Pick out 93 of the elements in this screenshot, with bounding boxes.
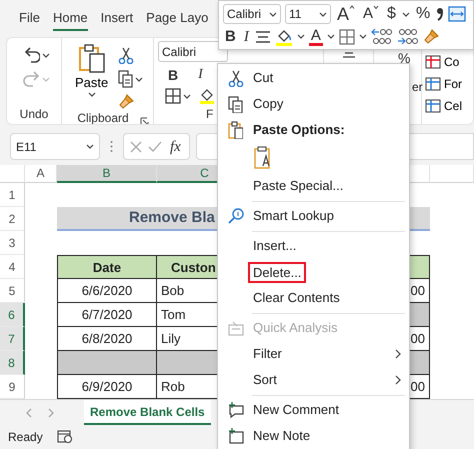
paste-button[interactable]: Paste	[74, 42, 110, 110]
comma-style-icon[interactable]	[436, 7, 444, 21]
comment-icon	[228, 402, 245, 418]
styles-button[interactable]: For	[424, 73, 464, 95]
status-text: Ready	[8, 429, 43, 446]
font-name-field[interactable]: Calibri	[158, 41, 228, 62]
row-header[interactable]: 1	[0, 183, 25, 207]
more-icon[interactable]	[110, 140, 113, 153]
caret-icon[interactable]	[296, 34, 305, 39]
name-box[interactable]: E11	[10, 133, 100, 160]
align-center-icon[interactable]	[254, 30, 271, 44]
styles-button[interactable]: Cel	[424, 95, 464, 117]
fill-color-icon[interactable]	[274, 28, 293, 46]
styles-button[interactable]: Co	[424, 51, 464, 73]
ribbon-tab[interactable]: Insert	[100, 6, 134, 30]
table-style-icon	[425, 76, 441, 92]
caret-icon[interactable]	[86, 144, 94, 149]
cut-icon	[228, 70, 245, 86]
borders-button[interactable]	[164, 87, 192, 105]
decrease-decimal-icon[interactable]	[396, 28, 419, 46]
caret-icon[interactable]	[402, 12, 410, 16]
search-icon	[228, 208, 245, 224]
copy-icon	[118, 70, 134, 88]
paste-icon[interactable]	[254, 146, 272, 170]
chevron-right-icon	[395, 375, 401, 385]
italic-button[interactable]: I	[196, 66, 205, 84]
caret-icon[interactable]	[88, 92, 96, 97]
borders-icon	[165, 88, 181, 104]
redo-icon	[22, 71, 40, 87]
increase-decimal-icon[interactable]	[370, 28, 393, 46]
sheet-tab[interactable]: Remove Blank Cells	[84, 400, 211, 425]
dialog-launcher-icon[interactable]	[140, 117, 149, 124]
ribbon-tab[interactable]: Page Layo	[146, 6, 208, 30]
toolbar-button[interactable]: $	[385, 5, 398, 23]
group-label: Undo	[18, 106, 50, 122]
menu-item[interactable]: New Note	[218, 423, 409, 449]
font-dropdown[interactable]: 11	[285, 4, 331, 24]
group-label: F	[205, 106, 214, 122]
toolbar-button[interactable]: A	[308, 28, 323, 46]
merge-center-icon[interactable]	[448, 6, 466, 22]
caret-down-icon	[373, 5, 380, 9]
toolbar-button[interactable]: %	[414, 5, 432, 23]
row-header[interactable]: 2	[0, 207, 25, 231]
table-style-icon	[425, 98, 441, 114]
font-dropdown[interactable]: Calibri	[223, 4, 281, 24]
caret-up-icon	[349, 5, 356, 9]
row-header[interactable]: 8	[0, 351, 25, 375]
caret-icon[interactable]	[326, 34, 335, 39]
insert-function-button[interactable]: fx	[168, 138, 183, 156]
toolbar-button[interactable]: A	[361, 5, 382, 23]
cut-icon[interactable]	[118, 47, 134, 64]
table-cell: 6/6/2020	[57, 279, 157, 303]
menu-item[interactable]: Cut	[218, 65, 409, 91]
quick-analysis-icon	[228, 320, 245, 336]
row-header[interactable]: 6	[0, 303, 25, 327]
caret-icon[interactable]	[183, 94, 191, 98]
borders-icon[interactable]	[338, 28, 355, 44]
table-style-icon	[425, 54, 441, 70]
table-header: Date	[57, 255, 157, 279]
note-icon	[228, 428, 245, 444]
menu-heading: Paste Options:	[253, 121, 345, 140]
accessibility-icon[interactable]	[56, 430, 73, 444]
column-header[interactable]: A	[25, 165, 57, 183]
bold-button[interactable]: B	[166, 66, 180, 84]
column-header[interactable]: B	[57, 165, 157, 183]
toolbar-button[interactable]: I	[242, 28, 251, 46]
fill-color-icon[interactable]	[200, 88, 214, 104]
row-header[interactable]: 3	[0, 231, 25, 255]
format-painter-icon[interactable]	[422, 29, 439, 44]
row-header[interactable]: 9	[0, 375, 25, 399]
copy-icon	[228, 96, 245, 112]
caret-icon[interactable]	[358, 34, 367, 39]
undo-icon	[22, 47, 40, 63]
menu-item[interactable]: Copy	[218, 91, 409, 117]
percent-button[interactable]: %	[396, 52, 412, 64]
row-header[interactable]: 5	[0, 279, 25, 303]
caret-icon[interactable]	[319, 12, 327, 16]
caret-icon[interactable]	[269, 12, 277, 16]
row-header[interactable]: 4	[0, 255, 25, 279]
row-header[interactable]: 7	[0, 327, 25, 351]
caret-icon[interactable]	[42, 52, 50, 58]
number-format-label: er	[412, 79, 423, 96]
clipboard-icon	[228, 121, 243, 139]
ribbon-tab[interactable]: Home	[52, 6, 88, 30]
menu-item[interactable]: New Comment	[218, 397, 409, 423]
caret-icon[interactable]	[135, 76, 144, 82]
table-cell: 6/7/2020	[57, 303, 157, 327]
copy-button[interactable]	[117, 69, 144, 89]
chevron-right-icon	[395, 349, 401, 359]
clipboard-icon	[78, 43, 106, 73]
ribbon-tab[interactable]: File	[19, 6, 40, 30]
toolbar-button[interactable]: A	[335, 5, 358, 23]
format-painter-icon[interactable]	[118, 94, 134, 109]
